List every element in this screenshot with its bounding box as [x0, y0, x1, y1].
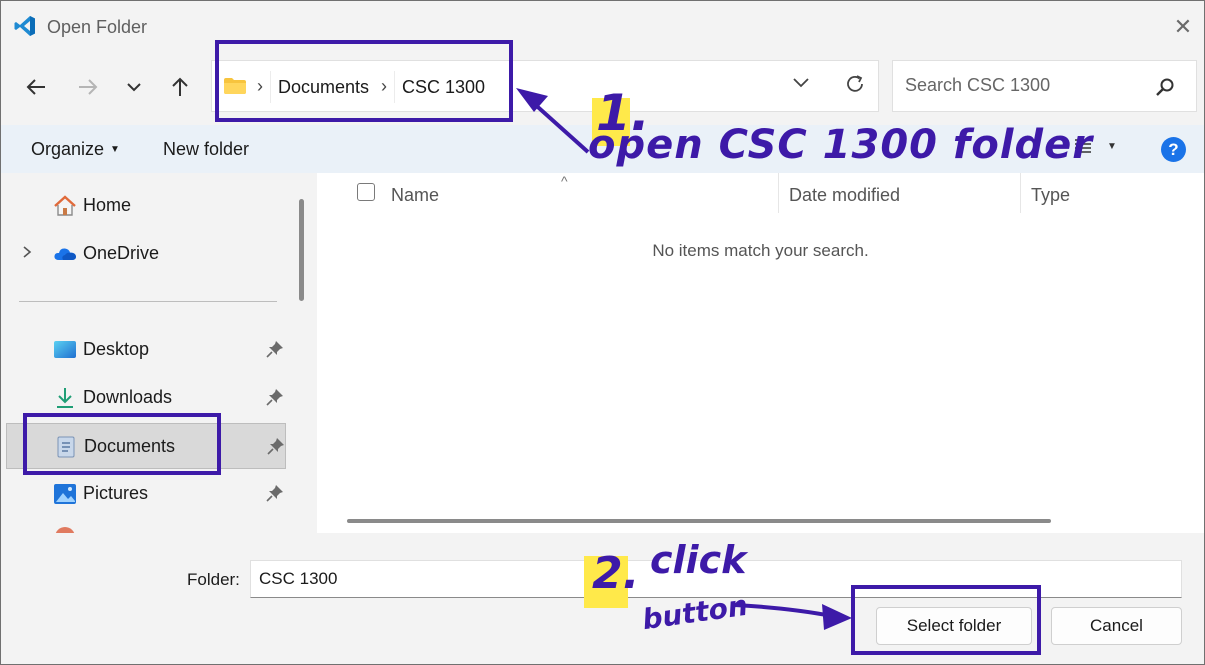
navigation-pane: Home OneDrive Desktop Downloads Document… — [1, 173, 291, 533]
file-list: ^ Name Date modified Type No items match… — [317, 173, 1204, 533]
new-folder-button[interactable]: New folder — [163, 139, 249, 160]
pin-icon[interactable] — [266, 484, 284, 502]
select-folder-button[interactable]: Select folder — [876, 607, 1032, 645]
column-header-name[interactable]: Name — [391, 185, 439, 206]
sidebar-item-label: Downloads — [83, 387, 173, 407]
vscode-logo-icon — [14, 16, 35, 36]
close-icon: ✕ — [1173, 14, 1193, 39]
annotation-step2-text-line1: click — [650, 538, 747, 582]
window-title: Open Folder — [47, 17, 148, 37]
sidebar-item-downloads[interactable]: Downloads — [1, 375, 291, 421]
desktop-icon — [54, 341, 76, 358]
documents-icon — [57, 436, 75, 458]
sidebar-item-onedrive[interactable]: OneDrive — [1, 231, 291, 277]
chevron-down-icon[interactable] — [792, 77, 810, 89]
sidebar-item-label: Documents — [84, 436, 176, 456]
organize-button[interactable]: Organize ▼ — [31, 139, 120, 160]
chevron-down-icon — [127, 83, 141, 92]
column-header-type[interactable]: Type — [1031, 185, 1070, 206]
select-all-checkbox[interactable] — [357, 183, 375, 201]
cancel-button[interactable]: Cancel — [1051, 607, 1182, 645]
breadcrumb-documents[interactable]: Documents — [278, 77, 369, 98]
sidebar-item-home[interactable]: Home — [1, 183, 291, 229]
organize-label: Organize — [31, 139, 105, 159]
breadcrumb-csc-1300[interactable]: CSC 1300 — [402, 77, 485, 98]
close-button[interactable]: ✕ — [1169, 13, 1197, 41]
annotation-step2-number: 2. — [592, 548, 640, 599]
search-input[interactable] — [903, 74, 1147, 97]
arrow-left-icon — [26, 79, 45, 95]
sort-ascending-icon: ^ — [561, 173, 568, 189]
sidebar-divider — [19, 301, 277, 302]
annotation-step1-text: open CSC 1300 folder — [588, 122, 1093, 168]
horizontal-scrollbar[interactable] — [347, 519, 1051, 523]
empty-message: No items match your search. — [652, 241, 869, 260]
recent-locations-button[interactable] — [119, 73, 149, 101]
onedrive-icon — [54, 248, 76, 260]
folder-icon — [224, 78, 246, 94]
breadcrumb-divider — [270, 71, 271, 103]
sidebar-item-label: OneDrive — [83, 243, 160, 263]
column-divider[interactable] — [1020, 173, 1021, 213]
refresh-icon[interactable] — [844, 73, 866, 95]
breadcrumb-separator: › — [257, 76, 263, 96]
arrow-right-icon — [79, 79, 98, 95]
search-box[interactable] — [892, 60, 1197, 112]
address-bar[interactable]: › Documents › CSC 1300 — [211, 60, 879, 112]
pin-icon[interactable] — [266, 388, 284, 406]
search-icon[interactable] — [1155, 77, 1175, 97]
sidebar-item-pictures[interactable]: Pictures — [1, 471, 291, 517]
column-header-date-modified[interactable]: Date modified — [789, 185, 900, 206]
caret-down-icon: ▼ — [1107, 140, 1117, 152]
sidebar-item-label: Desktop — [83, 339, 150, 359]
pictures-icon — [54, 484, 76, 504]
column-divider[interactable] — [778, 173, 779, 213]
chevron-right-icon[interactable] — [21, 244, 33, 260]
breadcrumb-divider — [394, 71, 395, 103]
sidebar-scrollbar[interactable] — [299, 199, 304, 301]
sidebar-item-documents[interactable]: Documents — [6, 423, 286, 469]
help-icon: ? — [1168, 139, 1179, 159]
pin-icon[interactable] — [267, 437, 285, 455]
sidebar-item-label: Pictures — [83, 483, 149, 503]
sidebar-item-desktop[interactable]: Desktop — [1, 327, 291, 373]
up-button[interactable] — [165, 73, 195, 101]
breadcrumb-separator: › — [381, 76, 387, 96]
pin-icon[interactable] — [266, 340, 284, 358]
home-icon — [54, 195, 76, 216]
folder-label: Folder: — [187, 570, 240, 589]
sidebar-item-label: Home — [83, 195, 132, 215]
title-bar: Open Folder ✕ — [1, 1, 1204, 51]
arrow-up-icon — [172, 77, 188, 96]
caret-down-icon: ▼ — [110, 144, 120, 155]
help-button[interactable]: ? — [1161, 137, 1186, 162]
back-button[interactable] — [21, 73, 51, 101]
forward-button[interactable] — [73, 73, 103, 101]
downloads-icon — [57, 388, 73, 408]
